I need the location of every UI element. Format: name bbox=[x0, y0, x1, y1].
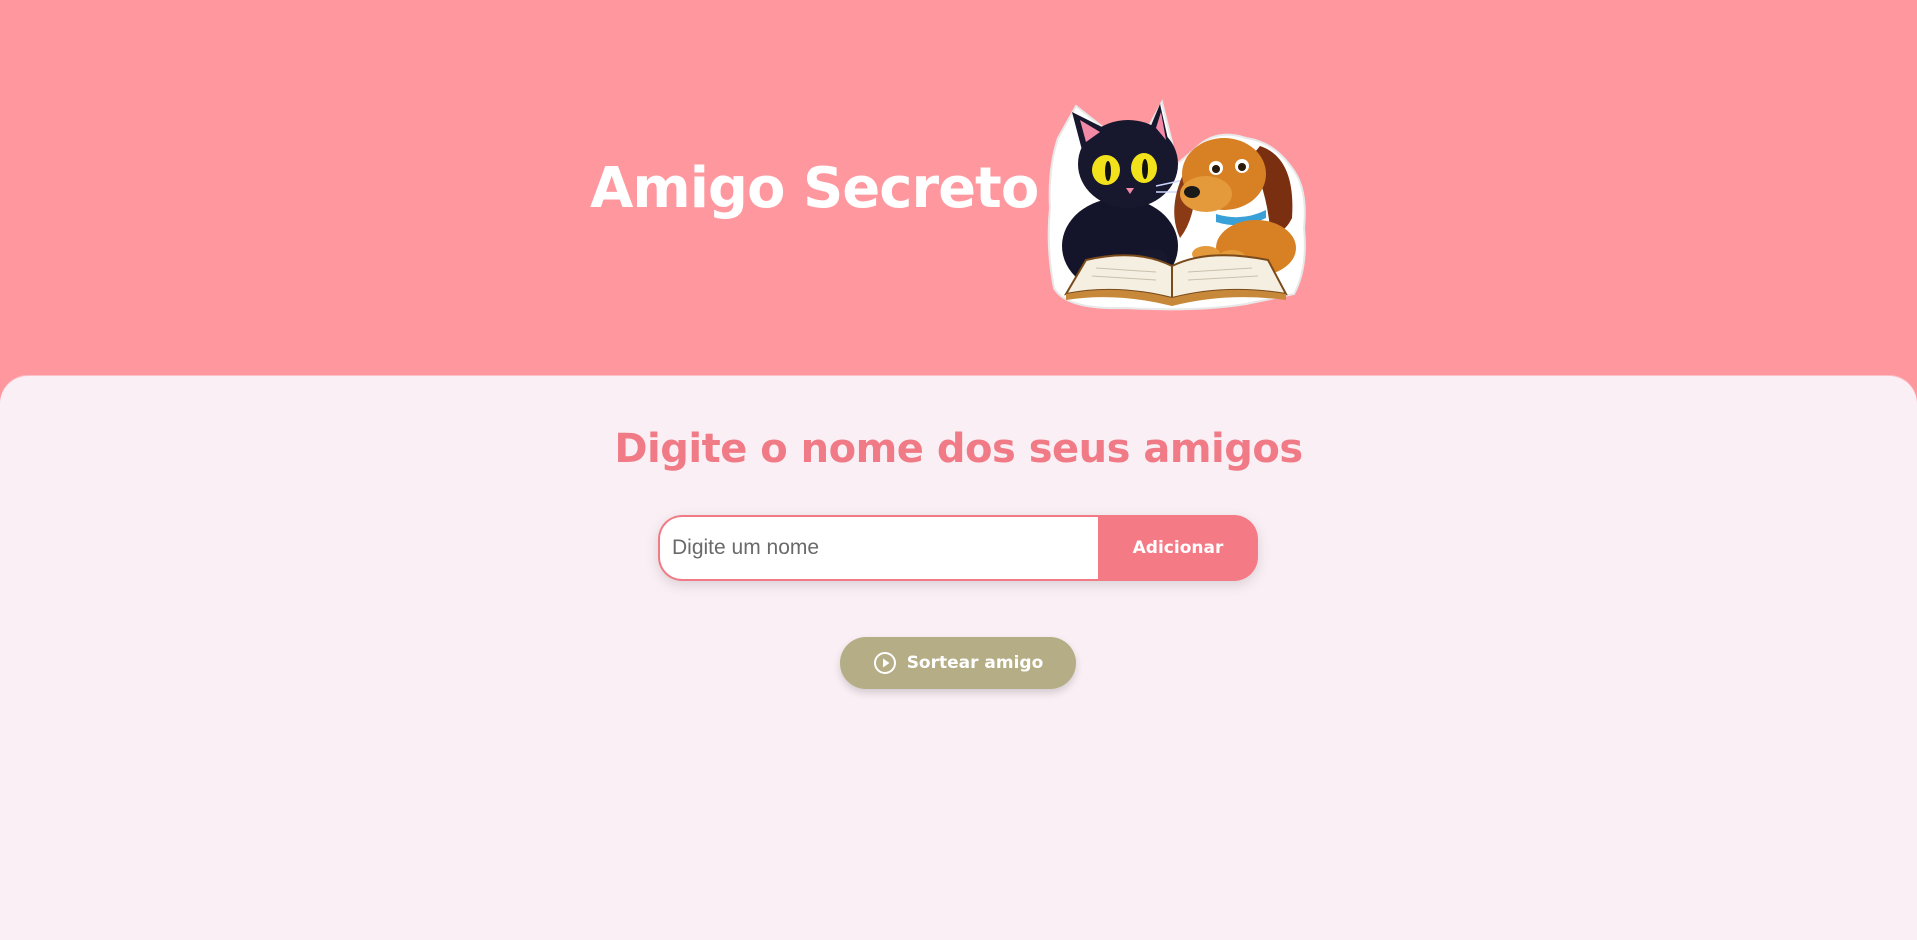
play-circle-icon bbox=[873, 651, 897, 675]
add-button[interactable]: Adicionar bbox=[1098, 515, 1258, 581]
name-input-group: Adicionar bbox=[658, 515, 1258, 581]
page: Amigo Secreto Digite o nome dos seus ami… bbox=[0, 0, 1917, 940]
header: Amigo Secreto bbox=[0, 0, 1917, 376]
name-input[interactable] bbox=[658, 515, 1098, 581]
page-title: Amigo Secreto bbox=[590, 156, 1039, 221]
cat-and-dog-illustration bbox=[1046, 98, 1310, 312]
draw-friend-button-label: Sortear amigo bbox=[906, 653, 1044, 673]
main-section: Digite o nome dos seus amigos Adicionar … bbox=[0, 376, 1917, 940]
section-subtitle: Digite o nome dos seus amigos bbox=[614, 426, 1303, 472]
draw-friend-button[interactable]: Sortear amigo bbox=[840, 637, 1076, 689]
